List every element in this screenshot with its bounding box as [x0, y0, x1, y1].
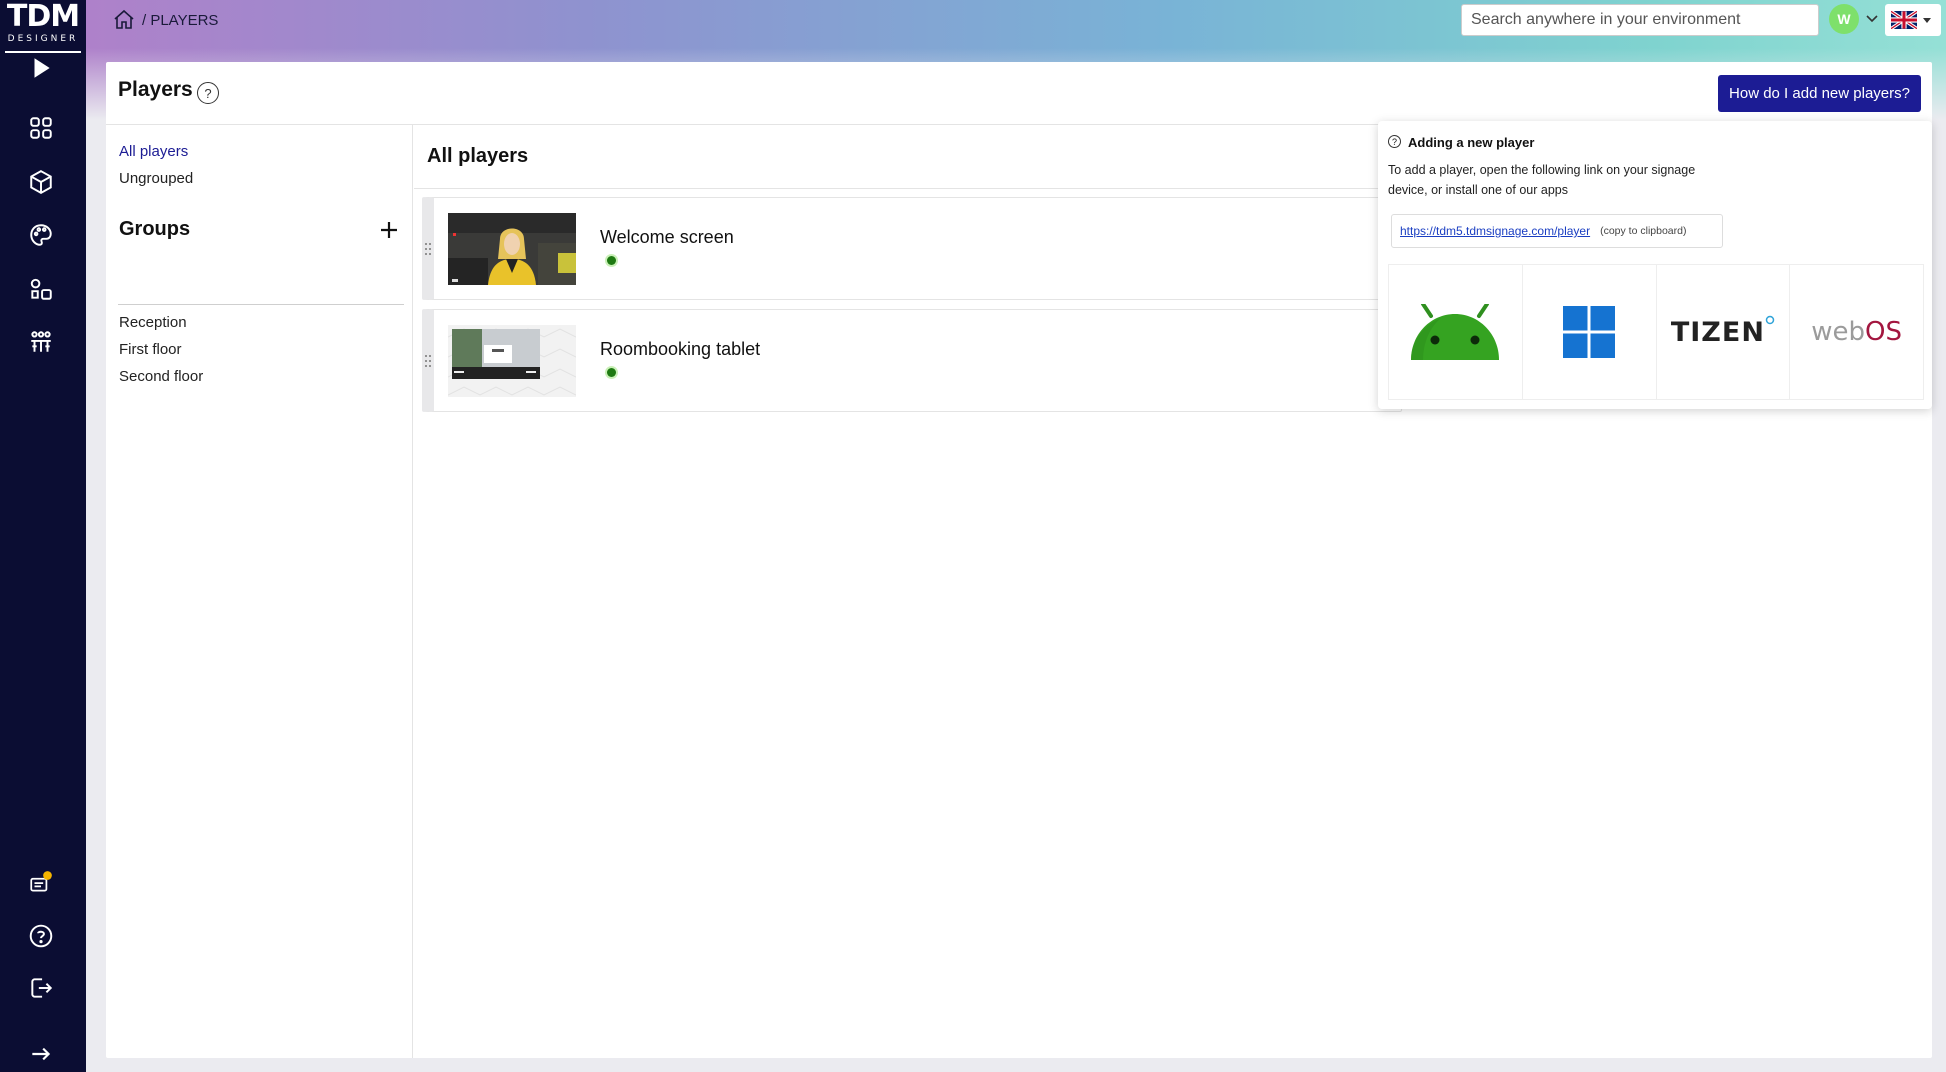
caret-down-icon	[1923, 17, 1931, 23]
list-header: All players	[427, 145, 529, 167]
popover-title: Adding a new player	[1408, 135, 1535, 150]
player-name: Welcome screen	[600, 227, 734, 247]
tizen-mark-icon	[1765, 315, 1775, 325]
logo-mark: TDM	[6, 0, 80, 34]
help-icon[interactable]	[25, 920, 57, 952]
question-icon: ?	[1388, 135, 1401, 148]
group-item[interactable]: First floor	[119, 341, 182, 358]
player-url-link[interactable]: https://tdm5.tdmsignage.com/player	[1400, 224, 1590, 238]
groups-column: All players Ungrouped Groups Reception F…	[106, 125, 413, 1058]
webos-app-tile[interactable]: webOS	[1790, 265, 1923, 399]
page-title: Players	[118, 78, 193, 101]
player-thumbnail	[448, 213, 576, 285]
app-logo[interactable]: TDM DESIGNER	[0, 0, 86, 54]
play-icon[interactable]	[25, 52, 57, 84]
palette-icon[interactable]	[25, 219, 57, 251]
breadcrumb-current: / PLAYERS	[142, 11, 219, 29]
windows-icon	[1563, 306, 1616, 358]
notifications-icon[interactable]	[25, 866, 57, 898]
breadcrumb: / PLAYERS	[112, 8, 218, 32]
status-online-indicator	[607, 368, 616, 377]
group-item[interactable]: Second floor	[119, 368, 203, 385]
copy-to-clipboard-button[interactable]: (copy to clipboard)	[1600, 225, 1686, 237]
drag-handle-icon[interactable]	[424, 242, 432, 256]
expand-sidebar-icon[interactable]	[25, 1038, 57, 1070]
dashboard-grid-icon[interactable]	[25, 112, 57, 144]
help-circle-icon[interactable]: ?	[197, 82, 219, 104]
group-item[interactable]: Reception	[119, 314, 187, 331]
global-search-input[interactable]	[1461, 4, 1819, 36]
android-app-tile[interactable]	[1389, 265, 1523, 399]
drag-handle-icon[interactable]	[424, 354, 432, 368]
chevron-down-icon[interactable]	[1864, 10, 1880, 26]
users-icon[interactable]	[25, 326, 57, 358]
app-list: TIZEN webOS	[1388, 264, 1924, 400]
uk-flag-icon	[1891, 11, 1917, 29]
popover-text: To add a player, open the following link…	[1388, 163, 1696, 197]
sidebar: TDM DESIGNER	[0, 0, 86, 1072]
language-selector[interactable]	[1885, 4, 1941, 36]
nav-all-players[interactable]: All players	[119, 143, 188, 160]
groups-title: Groups	[119, 218, 191, 240]
cube-icon[interactable]	[25, 166, 57, 198]
how-add-players-button[interactable]: How do I add new players?	[1718, 75, 1921, 112]
windows-app-tile[interactable]	[1523, 265, 1657, 399]
tizen-logo: TIZEN	[1670, 316, 1765, 348]
player-name: Roombooking tablet	[600, 339, 761, 359]
player-link-box: https://tdm5.tdmsignage.com/player (copy…	[1391, 214, 1723, 248]
nav-ungrouped[interactable]: Ungrouped	[119, 170, 193, 187]
shapes-icon[interactable]	[25, 273, 57, 305]
player-row[interactable]: Welcome screen	[422, 197, 1402, 300]
player-thumbnail	[448, 325, 576, 397]
user-avatar[interactable]: W	[1829, 4, 1859, 34]
groups-divider	[118, 304, 404, 305]
home-icon[interactable]	[112, 8, 136, 32]
logout-icon[interactable]	[25, 972, 57, 1004]
add-player-popover: ? Adding a new player To add a player, o…	[1378, 121, 1932, 409]
status-online-indicator	[607, 256, 616, 265]
add-group-icon[interactable]	[379, 220, 399, 240]
logo-subtext: DESIGNER	[7, 34, 79, 44]
android-icon	[1411, 304, 1500, 360]
player-row[interactable]: Roombooking tablet	[422, 309, 1402, 412]
tizen-app-tile[interactable]: TIZEN	[1657, 265, 1791, 399]
webos-logo: webOS	[1811, 317, 1902, 347]
